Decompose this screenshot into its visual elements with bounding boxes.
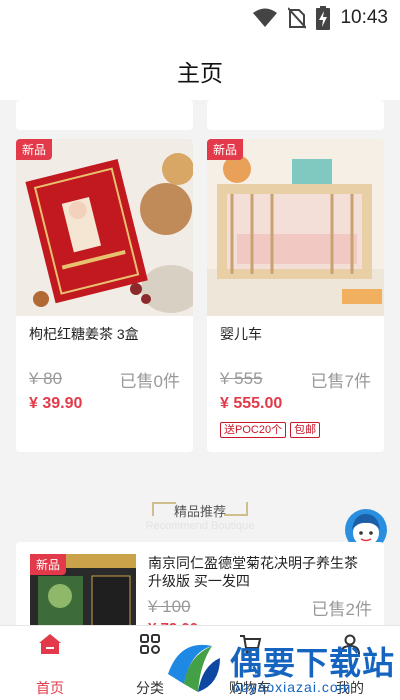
sold-count: 已售7件 — [310, 372, 371, 391]
app-header: 主页 — [0, 36, 400, 100]
product-price: ¥ 39.90 — [29, 395, 83, 412]
sold-count: 已售2件 — [311, 600, 372, 619]
promo-tag: 送POC20个 — [220, 422, 287, 438]
tab-home[interactable]: 首页 — [0, 626, 100, 700]
watermark-url: ouyaoxiazai.com — [232, 679, 352, 695]
product-card[interactable]: 新品 枸杞红糖姜茶 3盒 ¥ 80 已售0件 ¥ 39.90 — [16, 139, 193, 452]
no-sim-icon — [288, 7, 307, 29]
section-heading: 精品推荐 Recommend Boutique — [0, 498, 400, 538]
product-name: 枸杞红糖姜茶 3盒 — [29, 326, 139, 342]
product-card-partial[interactable] — [16, 100, 193, 130]
watermark-text: 偶要下载站 — [230, 645, 396, 681]
product-card-partial[interactable] — [207, 100, 384, 130]
new-badge: 新品 — [16, 139, 53, 160]
product-name: 南京同仁盈德堂菊花决明子养生茶 升级版 买一发四 — [148, 555, 358, 589]
status-time: 10:43 — [340, 7, 388, 28]
product-name: 婴儿车 — [220, 326, 262, 342]
promo-tag: 包邮 — [290, 422, 321, 438]
product-price: ¥ 555.00 — [220, 395, 283, 412]
new-badge: 新品 — [30, 554, 67, 575]
section-title: 精品推荐 — [173, 504, 226, 519]
wifi-icon — [253, 8, 278, 27]
list-item[interactable]: 新品 南京同仁盈德堂菊花决明子养生茶 升级版 买一发四 ¥ 100 已售2件 ¥… — [16, 542, 384, 632]
section-subtitle: Recommend Boutique — [145, 520, 255, 532]
original-price: ¥ 555 — [220, 369, 263, 388]
product-image: 新品 — [16, 139, 193, 316]
status-bar: 10:43 — [0, 0, 400, 36]
promo-tags: 送POC20个 包邮 — [220, 422, 321, 438]
category-grid-icon — [140, 634, 160, 654]
product-image: 新品 — [207, 139, 384, 316]
watermark-logo-icon — [163, 637, 223, 697]
battery-charging-icon — [316, 6, 331, 30]
new-badge: 新品 — [207, 139, 244, 160]
bracket-decoration — [151, 502, 176, 516]
sold-count: 已售0件 — [119, 372, 180, 391]
bracket-decoration — [224, 502, 248, 516]
product-image: 新品 — [30, 554, 136, 632]
tab-label: 首页 — [36, 680, 64, 696]
original-price: ¥ 80 — [29, 369, 63, 388]
watermark: 偶要下载站 ouyaoxiazai.com — [160, 632, 400, 700]
product-card[interactable]: 新品 婴儿车 ¥ 555 已售7件 ¥ 555.00 送POC20个 包邮 — [207, 139, 384, 452]
page-title: 主页 — [177, 60, 223, 86]
original-price: ¥ 100 — [148, 597, 191, 616]
home-icon — [39, 634, 61, 654]
status-icons: 10:43 — [252, 6, 388, 30]
